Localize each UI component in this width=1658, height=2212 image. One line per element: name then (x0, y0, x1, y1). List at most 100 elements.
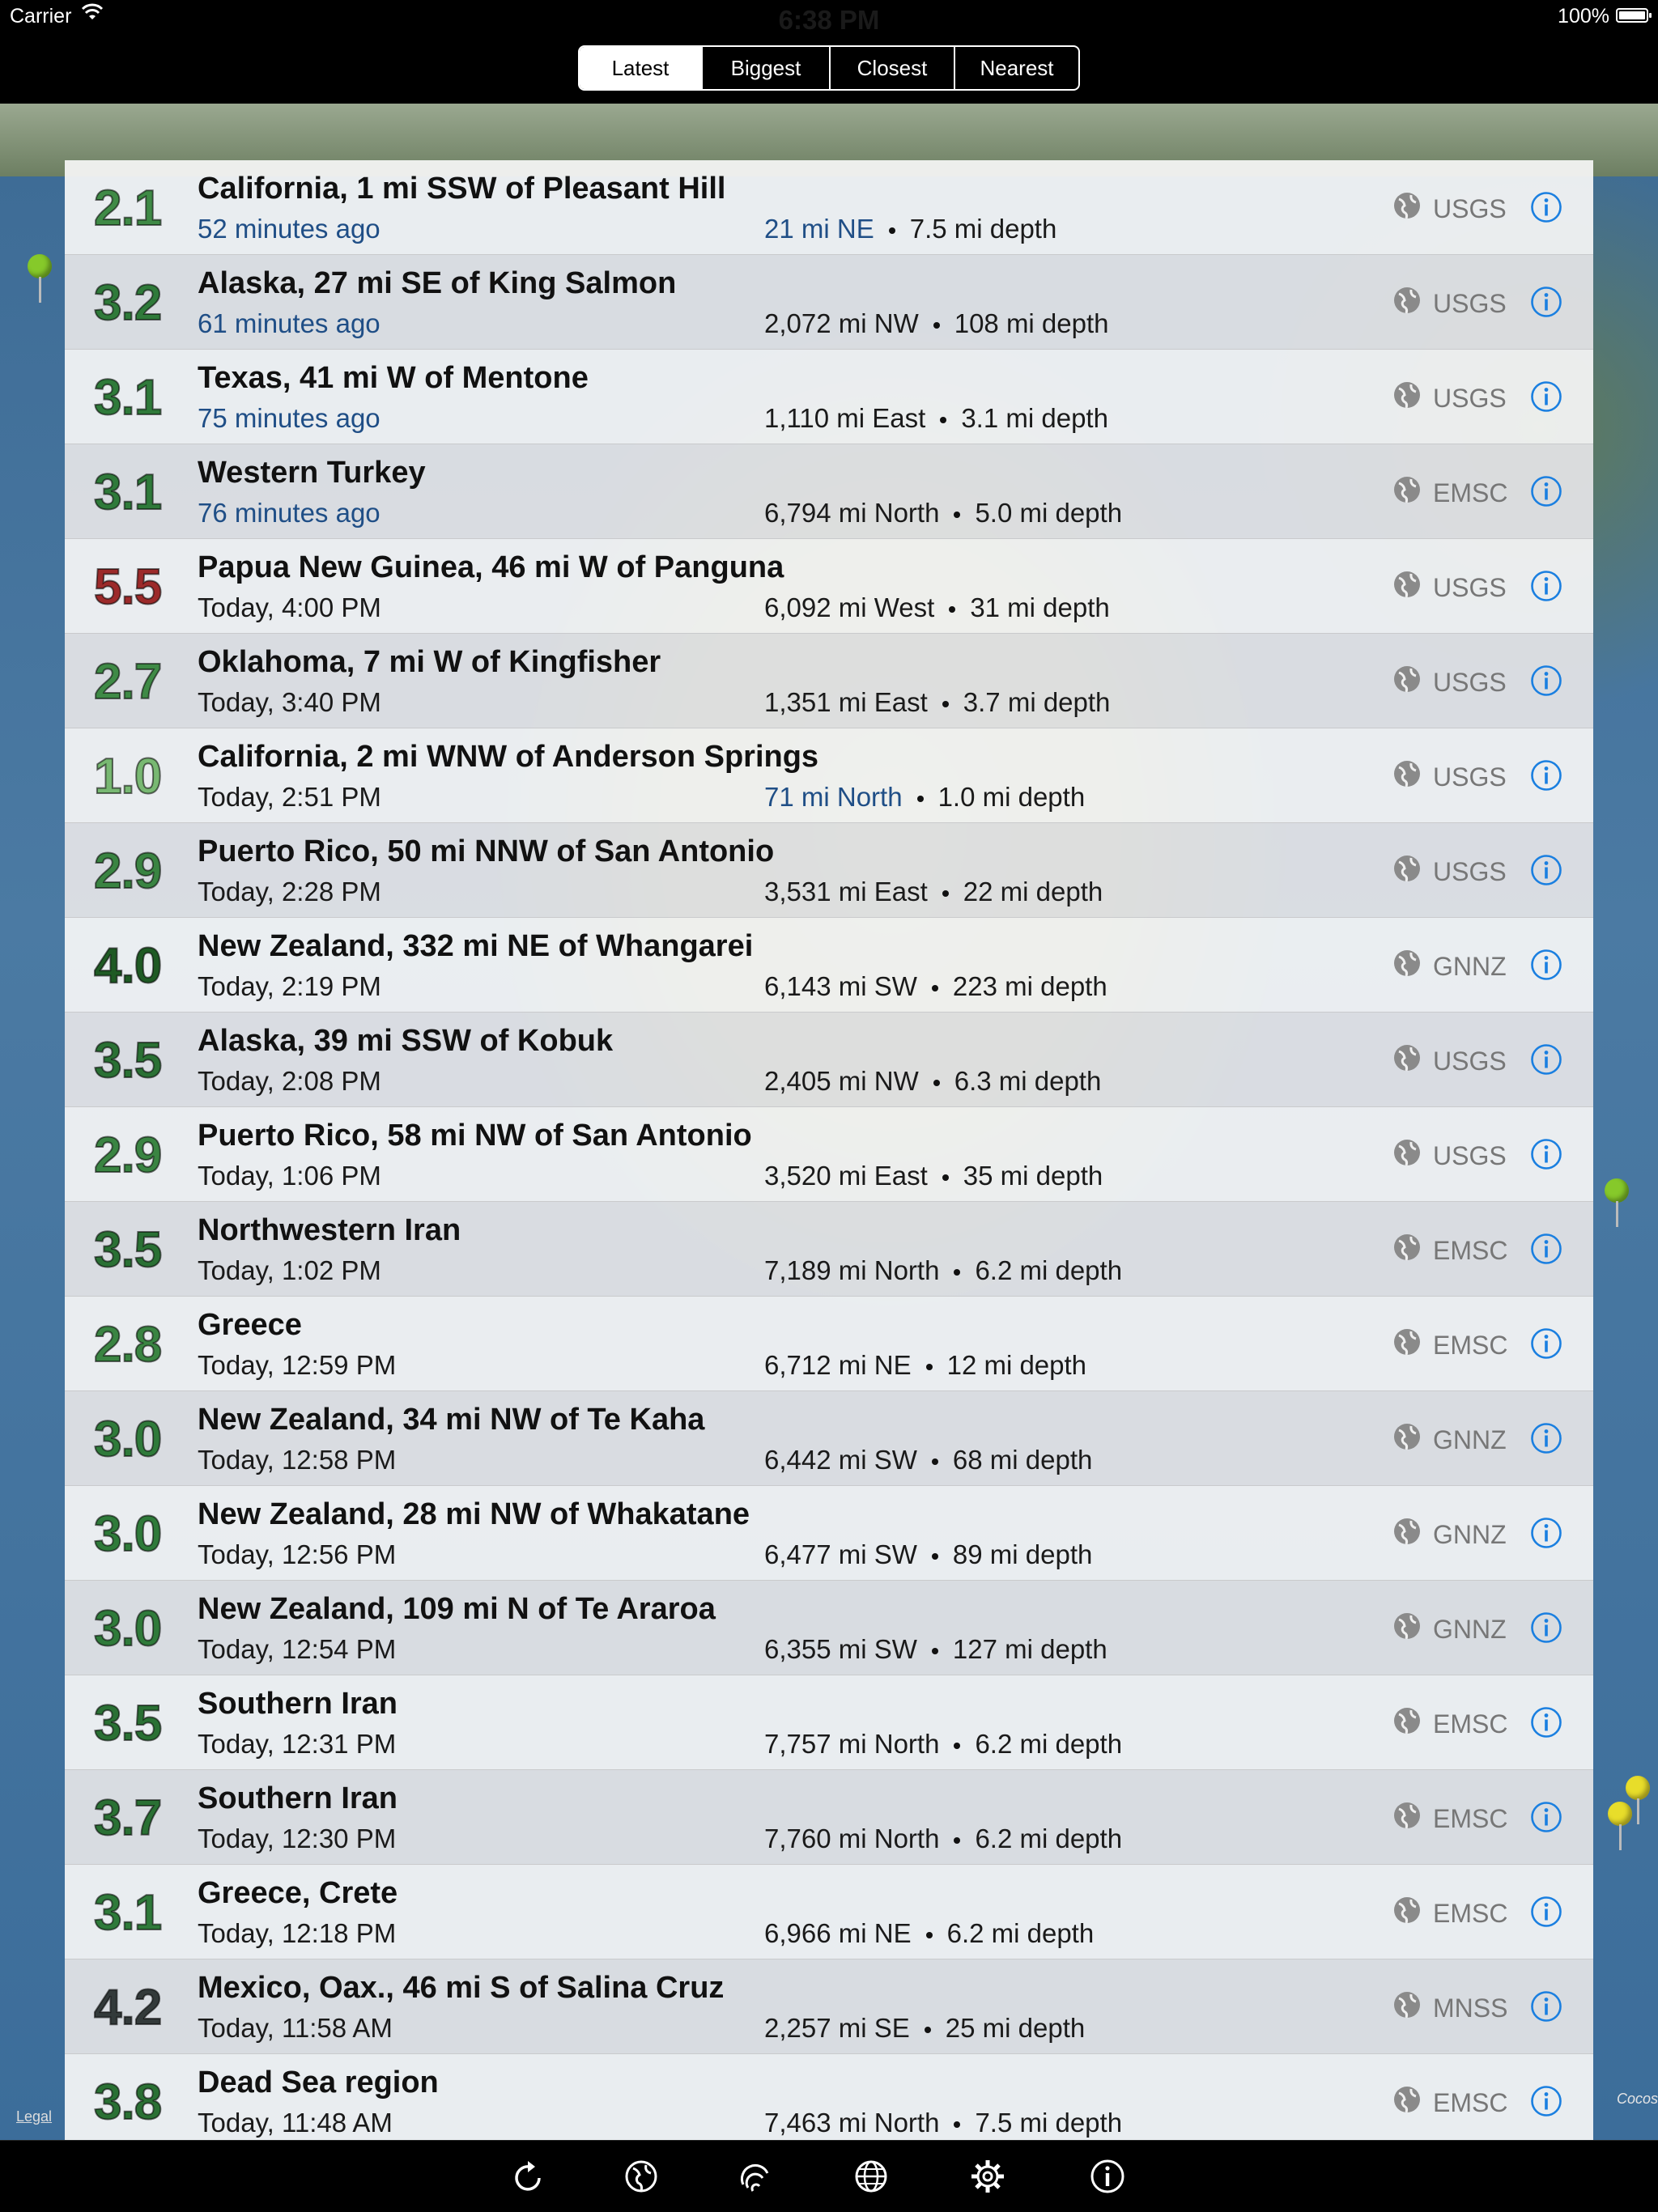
globe-grid-icon[interactable] (852, 2157, 891, 2196)
earthquake-row[interactable]: 2.9 Puerto Rico, 58 mi NW of San Antonio T… (65, 1107, 1593, 1202)
map-pin[interactable] (1605, 1178, 1629, 1227)
earthquake-row[interactable]: 3.0 New Zealand, 34 mi NW of Te Kaha Today… (65, 1391, 1593, 1486)
globe-icon (1392, 854, 1433, 889)
earthquake-row[interactable]: 3.0 New Zealand, 28 mi NW of Whakatane Tod… (65, 1486, 1593, 1581)
earthquake-row[interactable]: 3.5 Southern Iran Today, 12:31 PM 7,757 mi … (65, 1675, 1593, 1770)
info-icon[interactable] (1530, 1138, 1562, 1170)
distance-depth: 6,092 mi West 31 mi depth (764, 592, 1110, 623)
earthquake-row[interactable]: 3.0 New Zealand, 109 mi N of Te Araroa Tod… (65, 1581, 1593, 1675)
data-source: USGS (1392, 191, 1507, 227)
earthquake-row[interactable]: 3.1 Texas, 41 mi W of Mentone 75 minutes a… (65, 350, 1593, 444)
quake-distance: 21 mi NE (764, 214, 874, 244)
clock: 6:38 PM (778, 5, 880, 35)
quake-depth: 5.0 mi depth (975, 498, 1123, 528)
info-icon[interactable] (1530, 759, 1562, 792)
source-label: USGS (1433, 1046, 1507, 1076)
separator-dot (954, 1837, 961, 1845)
separator-dot (916, 796, 924, 803)
gear-icon[interactable] (968, 2157, 1007, 2196)
quake-distance: 6,477 mi SW (764, 1539, 917, 1569)
magnitude-value: 3.7 (93, 1790, 163, 1847)
globe-icon (1392, 1043, 1433, 1079)
quake-depth: 6.2 mi depth (975, 1255, 1123, 1285)
info-icon[interactable] (1530, 1801, 1562, 1833)
data-source: MNSS (1392, 1990, 1507, 2026)
legal-link[interactable]: Legal (16, 2108, 52, 2125)
earthquake-row[interactable]: 2.7 Oklahoma, 7 mi W of Kingfisher Today, … (65, 634, 1593, 728)
map-pin[interactable] (28, 254, 52, 303)
magnitude-value: 3.1 (93, 1884, 163, 1942)
globe-icon[interactable] (622, 2157, 661, 2196)
earthquake-row[interactable]: 3.2 Alaska, 27 mi SE of King Salmon 61 min… (65, 255, 1593, 350)
earthquake-row[interactable]: 1.0 California, 2 mi WNW of Anderson Spri… (65, 728, 1593, 823)
source-label: GNNZ (1433, 1519, 1507, 1549)
earthquake-row[interactable]: 3.5 Alaska, 39 mi SSW of Kobuk Today, 2:08… (65, 1013, 1593, 1107)
segment-nearest[interactable]: Nearest (954, 47, 1078, 89)
info-icon[interactable] (1530, 380, 1562, 413)
distance-depth: 2,072 mi NW 108 mi depth (764, 308, 1109, 339)
data-source: EMSC (1392, 1233, 1507, 1268)
distance-depth: 6,143 mi SW 223 mi depth (764, 971, 1107, 1002)
refresh-icon[interactable] (508, 2157, 547, 2196)
separator-dot (954, 1269, 961, 1276)
info-icon[interactable] (1530, 286, 1562, 318)
seismograph-icon[interactable] (737, 2157, 776, 2196)
earthquake-row[interactable]: 2.1 California, 1 mi SSW of Pleasant Hill… (65, 160, 1593, 255)
distance-depth: 7,463 mi North 7.5 mi depth (764, 2108, 1122, 2138)
earthquake-row[interactable]: 4.0 New Zealand, 332 mi NE of Whangarei To… (65, 918, 1593, 1013)
earthquake-row[interactable]: 3.8 Dead Sea region Today, 11:48 AM 7,463 m… (65, 2054, 1593, 2149)
quake-distance: 7,760 mi North (764, 1824, 940, 1853)
segment-biggest[interactable]: Biggest (701, 47, 829, 89)
earthquake-row[interactable]: 4.2 Mexico, Oax., 46 mi S of Salina Cruz T… (65, 1959, 1593, 2054)
quake-depth: 127 mi depth (952, 1634, 1107, 1664)
magnitude-value: 3.0 (93, 1411, 163, 1468)
info-icon[interactable] (1530, 475, 1562, 507)
info-icon[interactable] (1530, 2085, 1562, 2117)
magnitude-value: 3.5 (93, 1695, 163, 1752)
info-icon[interactable] (1088, 2157, 1127, 2196)
quake-time: Today, 2:08 PM (198, 1066, 381, 1096)
info-icon[interactable] (1530, 1327, 1562, 1360)
segment-closest[interactable]: Closest (829, 47, 954, 89)
info-icon[interactable] (1530, 664, 1562, 697)
magnitude-value: 3.1 (93, 464, 163, 521)
globe-icon (1392, 2085, 1433, 2121)
segment-latest[interactable]: Latest (580, 47, 701, 89)
earthquake-row[interactable]: 2.9 Puerto Rico, 50 mi NNW of San Antonio… (65, 823, 1593, 918)
info-icon[interactable] (1530, 1896, 1562, 1928)
magnitude-value: 1.0 (93, 748, 163, 805)
magnitude-value: 2.1 (93, 180, 163, 237)
quake-time: Today, 12:18 PM (198, 1918, 397, 1948)
globe-icon (1392, 1233, 1433, 1268)
quake-time: Today, 3:40 PM (198, 687, 381, 717)
info-icon[interactable] (1530, 1990, 1562, 2023)
quake-distance: 7,463 mi North (764, 2108, 940, 2138)
data-source: USGS (1392, 380, 1507, 416)
info-icon[interactable] (1530, 1706, 1562, 1739)
earthquake-row[interactable]: 3.1 Greece, Crete Today, 12:18 PM 6,966 mi … (65, 1865, 1593, 1959)
info-icon[interactable] (1530, 191, 1562, 223)
distance-depth: 6,442 mi SW 68 mi depth (764, 1445, 1092, 1475)
info-icon[interactable] (1530, 854, 1562, 886)
info-icon[interactable] (1530, 1233, 1562, 1265)
info-icon[interactable] (1530, 1043, 1562, 1076)
separator-dot (925, 1364, 933, 1371)
info-icon[interactable] (1530, 1517, 1562, 1549)
earthquake-row[interactable]: 3.5 Northwestern Iran Today, 1:02 PM 7,189 … (65, 1202, 1593, 1297)
earthquake-row[interactable]: 2.8 Greece Today, 12:59 PM 6,712 mi NE 12 mi… (65, 1297, 1593, 1391)
quake-depth: 25 mi depth (945, 2013, 1086, 2043)
data-source: USGS (1392, 1138, 1507, 1174)
earthquake-row[interactable]: 5.5 Papua New Guinea, 46 mi W of Panguna T… (65, 539, 1593, 634)
earthquake-row[interactable]: 3.7 Southern Iran Today, 12:30 PM 7,760 mi … (65, 1770, 1593, 1865)
info-icon[interactable] (1530, 949, 1562, 981)
info-icon[interactable] (1530, 570, 1562, 602)
quake-depth: 3.7 mi depth (963, 687, 1111, 717)
sort-segmented-control: Latest Biggest Closest Nearest (578, 45, 1080, 91)
globe-icon (1392, 1138, 1433, 1174)
quake-distance: 71 mi North (764, 782, 903, 812)
distance-depth: 6,966 mi NE 6.2 mi depth (764, 1918, 1094, 1949)
earthquake-row[interactable]: 3.1 Western Turkey 76 minutes ago 6,794 mi … (65, 444, 1593, 539)
info-icon[interactable] (1530, 1422, 1562, 1454)
info-icon[interactable] (1530, 1611, 1562, 1644)
map-pin[interactable] (1608, 1802, 1632, 1850)
